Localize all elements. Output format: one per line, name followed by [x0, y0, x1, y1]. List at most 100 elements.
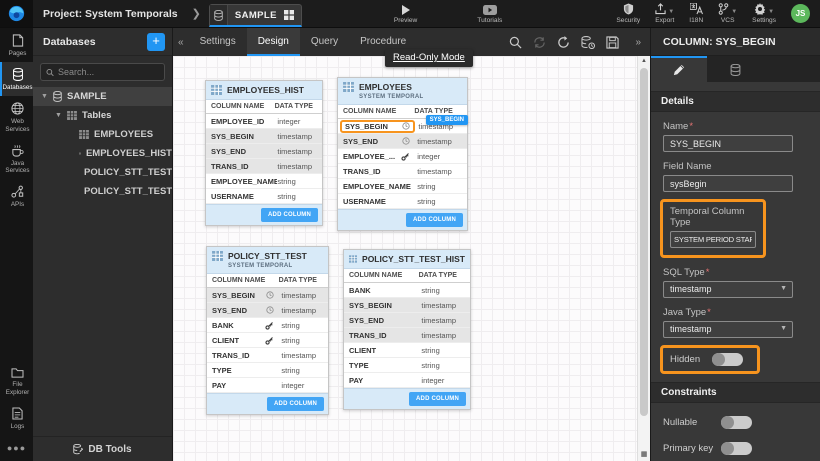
column-row[interactable]: EMPLOYEE_...integer	[338, 149, 467, 164]
sql-type-select[interactable]: timestamp ▼	[663, 281, 793, 298]
rail-item-java-services[interactable]: Java Services	[0, 138, 33, 179]
rail-item-apis[interactable]: APIs	[0, 179, 33, 213]
column-row[interactable]: EMPLOYEE_IDinteger	[206, 114, 322, 129]
grid-apps-icon[interactable]	[284, 10, 294, 20]
temporal-input[interactable]	[670, 231, 756, 248]
constraint-toggle[interactable]	[721, 416, 752, 429]
table-card-header[interactable]: EMPLOYEES_HIST	[206, 81, 322, 100]
column-row[interactable]: TRANS_IDtimestamp	[344, 328, 470, 343]
caret-down-icon[interactable]: ▼	[41, 93, 48, 100]
tree-node-table[interactable]: POLICY_STT_TEST_HIST	[33, 182, 172, 201]
tab-query[interactable]: Query	[300, 28, 349, 56]
settings-button[interactable]: ▼ Settings	[752, 3, 776, 24]
column-row[interactable]: SYS_ENDtimestamp	[207, 303, 328, 318]
tab-design[interactable]: Design	[247, 28, 300, 56]
column-row[interactable]: USERNAMEstring	[338, 194, 467, 209]
databases-panel-header: Databases +	[33, 28, 172, 56]
table-name: EMPLOYEES	[359, 82, 424, 92]
java-type-select[interactable]: timestamp ▼	[663, 321, 793, 338]
column-row[interactable]: CLIENTstring	[344, 343, 470, 358]
search-icon[interactable]	[509, 36, 522, 49]
column-row[interactable]: TRANS_IDtimestamp	[206, 159, 322, 174]
export-button[interactable]: ▼ Export	[655, 3, 674, 24]
add-column-button[interactable]: ADD COLUMN	[409, 392, 466, 406]
table-card-header[interactable]: POLICY_STT_TEST_HIST	[344, 250, 470, 269]
add-column-button[interactable]: ADD COLUMN	[406, 213, 463, 227]
name-input[interactable]	[663, 135, 793, 152]
rail-item-pages[interactable]: Pages	[0, 28, 33, 62]
canvas-scrollbar[interactable]: ▲ ▦	[637, 56, 650, 461]
hidden-toggle[interactable]	[712, 353, 743, 366]
column-row[interactable]: USERNAMEstring	[206, 189, 322, 204]
editor-area: « Settings Design Query Procedure » Read…	[173, 28, 650, 461]
scroll-corner-icon[interactable]: ▦	[638, 450, 650, 458]
caret-down-icon[interactable]: ▼	[55, 112, 62, 119]
tab-settings[interactable]: Settings	[189, 28, 247, 56]
collapse-right-icon[interactable]: »	[630, 37, 646, 48]
column-row[interactable]: SYS_ENDtimestamp	[206, 144, 322, 159]
column-row[interactable]: SYS_BEGINtimestampSYS_BEGIN	[338, 119, 467, 134]
table-subtitle: SYSTEM TEMPORAL	[359, 94, 424, 100]
column-row[interactable]: TRANS_IDtimestamp	[207, 348, 328, 363]
tab-data[interactable]	[707, 56, 763, 82]
column-row[interactable]: TRANS_IDtimestamp	[338, 164, 467, 179]
search-input[interactable]	[58, 67, 159, 77]
rail-item-web-services[interactable]: Web Services	[0, 96, 33, 137]
column-row[interactable]: EMPLOYEE_NAMEstring	[338, 179, 467, 194]
add-database-button[interactable]: +	[147, 33, 165, 51]
rail-item-file-explorer[interactable]: File Explorer	[0, 361, 33, 400]
project-chevron-icon[interactable]: ❯	[192, 0, 201, 27]
constraint-toggle[interactable]	[721, 442, 752, 455]
column-row[interactable]: SYS_ENDtimestamp	[338, 134, 467, 149]
tutorials-button[interactable]: Tutorials	[477, 0, 502, 27]
databases-panel: Databases + ▼ SAMPLE ▼ Tables	[33, 28, 173, 461]
column-row[interactable]: PAYinteger	[344, 373, 470, 388]
tree-node-table[interactable]: EMPLOYEES_HIST	[33, 144, 172, 163]
column-row[interactable]: SYS_BEGINtimestamp	[344, 298, 470, 313]
field-name-input[interactable]	[663, 175, 793, 192]
column-row[interactable]: BANKstring	[207, 318, 328, 333]
column-name: EMPLOYEE_NAME	[211, 177, 277, 186]
constraint-row: Primary key	[651, 442, 820, 455]
tree-node-table[interactable]: POLICY_STT_TEST	[33, 163, 172, 182]
search-box[interactable]	[40, 63, 165, 81]
scroll-up-icon[interactable]: ▲	[638, 56, 650, 64]
preview-label: Preview	[394, 17, 417, 24]
design-canvas[interactable]: EMPLOYEES_HISTCOLUMN NAMEDATA TYPEEMPLOY…	[173, 56, 650, 461]
security-button[interactable]: Security	[616, 3, 640, 24]
column-row[interactable]: EMPLOYEE_NAMEstring	[206, 174, 322, 189]
preview-button[interactable]: Preview	[394, 0, 417, 27]
vcs-button[interactable]: ▼ VCS	[718, 3, 737, 24]
i18n-button[interactable]: I18N	[689, 3, 703, 24]
user-avatar[interactable]: JS	[791, 4, 810, 23]
table-card-header[interactable]: POLICY_STT_TESTSYSTEM TEMPORAL	[207, 247, 328, 274]
column-row[interactable]: TYPEstring	[207, 363, 328, 378]
save-icon[interactable]	[606, 36, 619, 49]
column-row[interactable]: PAYinteger	[207, 378, 328, 393]
column-row[interactable]: SYS_BEGINtimestamp	[206, 129, 322, 144]
collapse-left-icon[interactable]: «	[173, 28, 189, 56]
column-row[interactable]: BANKstring	[344, 283, 470, 298]
tree-node-table[interactable]: EMPLOYEES	[33, 125, 172, 144]
rail-more-button[interactable]: ●●●	[0, 435, 33, 461]
refresh-icon[interactable]	[557, 36, 570, 49]
scrollbar-thumb[interactable]	[640, 68, 648, 416]
app-logo[interactable]	[0, 0, 33, 27]
db-tools-button[interactable]: DB Tools	[33, 436, 172, 461]
open-tab-sample[interactable]: SAMPLE	[209, 4, 302, 27]
sync-icon[interactable]	[533, 36, 546, 49]
table-card-header[interactable]: EMPLOYEES SYSTEM TEMPORAL	[338, 78, 467, 105]
database-sync-icon[interactable]	[581, 36, 595, 49]
sql-type-label: SQL Type	[663, 267, 705, 278]
column-row[interactable]: SYS_ENDtimestamp	[344, 313, 470, 328]
add-column-button[interactable]: ADD COLUMN	[261, 208, 318, 222]
column-row[interactable]: SYS_BEGINtimestamp	[207, 288, 328, 303]
column-row[interactable]: TYPEstring	[344, 358, 470, 373]
rail-item-databases[interactable]: Databases	[0, 62, 33, 96]
tab-edit[interactable]	[651, 56, 707, 82]
tree-node-tables-folder[interactable]: ▼ Tables	[33, 106, 172, 125]
tree-node-sample-db[interactable]: ▼ SAMPLE	[33, 87, 172, 106]
column-row[interactable]: CLIENTstring	[207, 333, 328, 348]
add-column-button[interactable]: ADD COLUMN	[267, 397, 324, 411]
rail-item-logs[interactable]: Logs	[0, 401, 33, 435]
